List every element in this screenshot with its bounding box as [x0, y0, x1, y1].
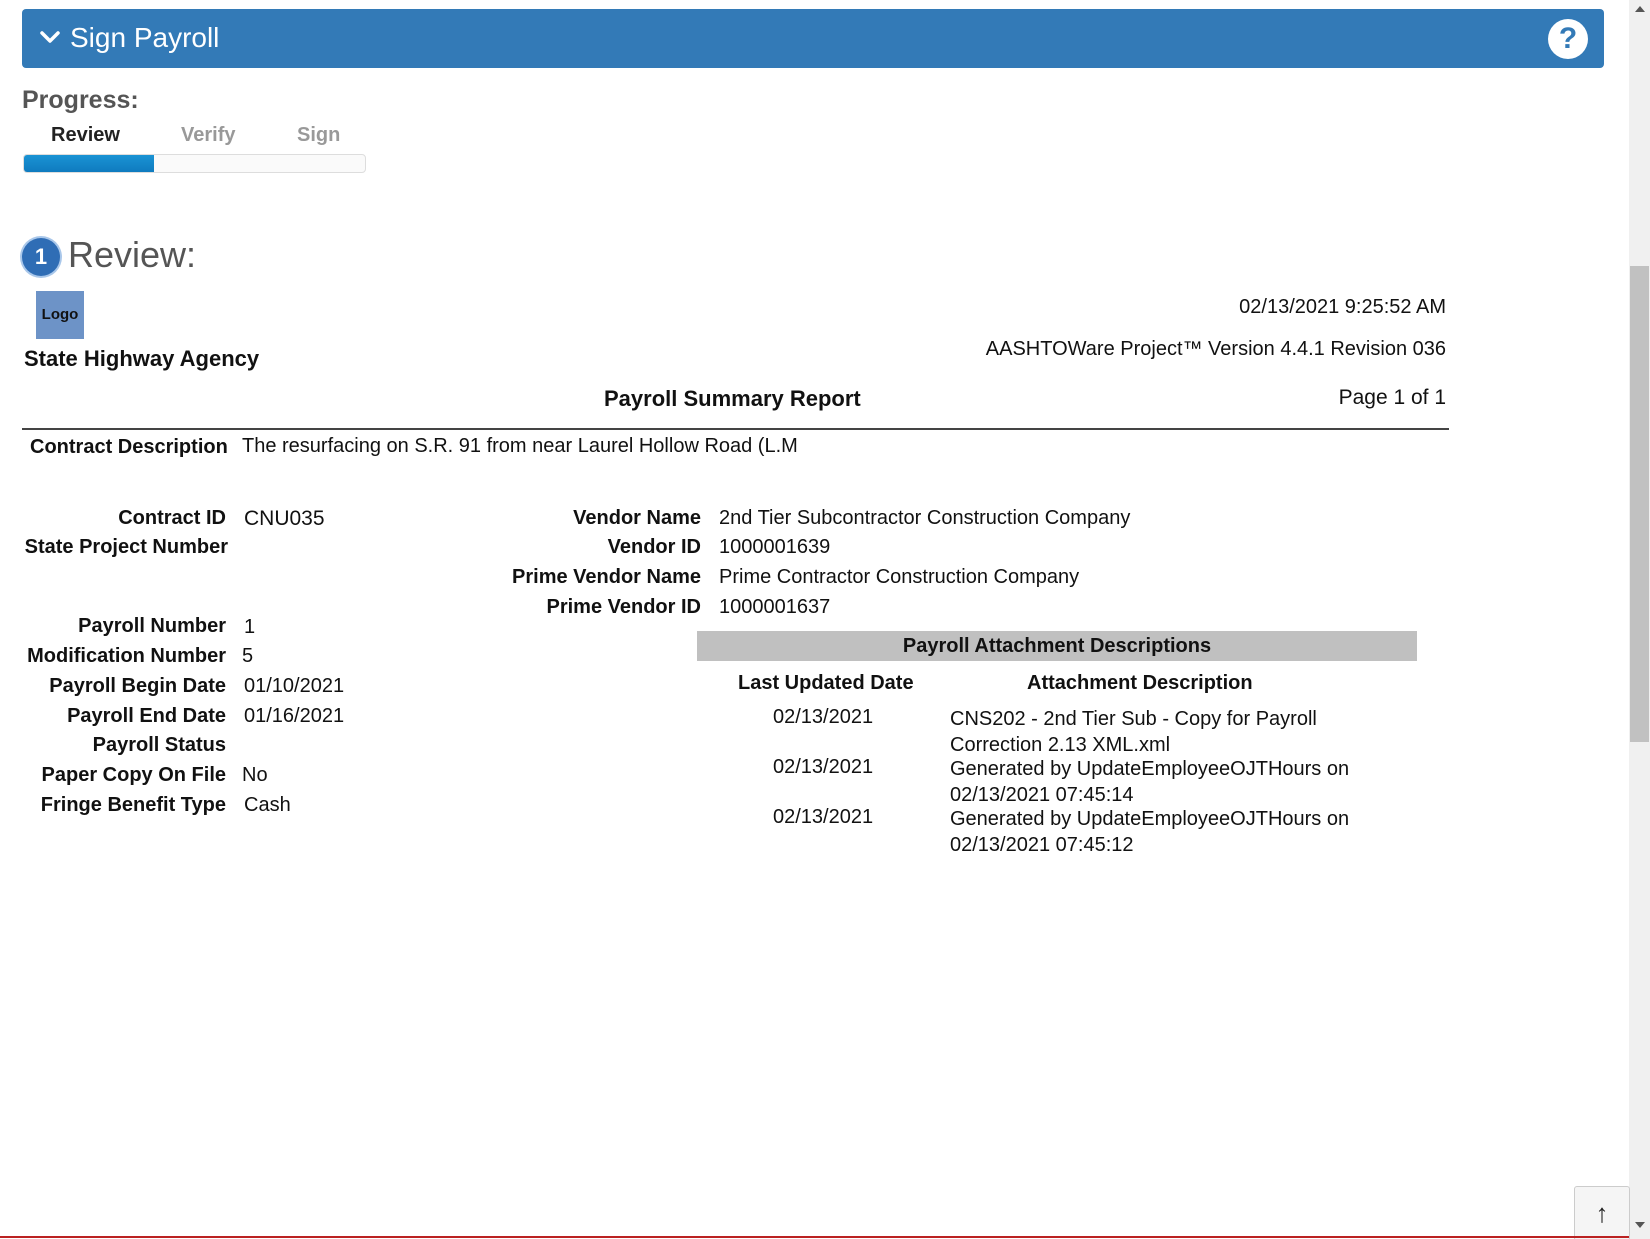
report-title: Payroll Summary Report	[604, 386, 861, 411]
fringe-benefit-value: Cash	[244, 794, 291, 816]
attachment-date: 02/13/2021	[773, 756, 874, 778]
agency-name: State Highway Agency	[24, 346, 260, 371]
state-project-number-label: State Project Number	[24, 536, 228, 558]
step-sign[interactable]: Sign	[297, 124, 340, 147]
sign-payroll-header[interactable]: Sign Payroll ?	[22, 9, 1604, 68]
vendor-name-value: 2nd Tier Subcontractor Construction Comp…	[719, 507, 1131, 529]
arrow-up-icon: ↑	[1595, 1198, 1609, 1228]
attachments-col-date: Last Updated Date	[738, 672, 914, 694]
payroll-end-date-label: Payroll End Date	[67, 705, 226, 727]
vendor-name-label: Vendor Name	[573, 507, 701, 529]
prime-vendor-name-value: Prime Contractor Construction Company	[719, 566, 1080, 588]
payroll-number-label: Payroll Number	[78, 615, 226, 637]
payroll-end-date-value: 01/16/2021	[244, 705, 345, 727]
prime-vendor-name-label: Prime Vendor Name	[512, 566, 701, 588]
attachment-date: 02/13/2021	[773, 806, 874, 828]
attachment-description: CNS202 - 2nd Tier Sub - Copy for Payroll…	[950, 708, 1317, 756]
scrollbar-thumb[interactable]	[1630, 266, 1649, 742]
report-date: 02/13/2021 9:25:52 AM	[1239, 296, 1446, 318]
payroll-begin-date-label: Payroll Begin Date	[49, 675, 226, 697]
attachment-description: Generated by UpdateEmployeeOJTHours on 0…	[950, 808, 1350, 856]
report-version: AASHTOWare Project™ Version 4.4.1 Revisi…	[985, 338, 1446, 360]
step-review[interactable]: Review	[51, 124, 120, 147]
payroll-begin-date-value: 01/10/2021	[244, 675, 345, 697]
fringe-benefit-label: Fringe Benefit Type	[40, 794, 226, 816]
scroll-up-arrow-icon[interactable]	[1635, 6, 1645, 12]
report-page-number: Page 1 of 1	[1338, 386, 1446, 409]
vendor-id-label: Vendor ID	[607, 536, 701, 558]
payroll-number-value: 1	[244, 616, 256, 638]
attachment-description: Generated by UpdateEmployeeOJTHours on 0…	[950, 758, 1350, 806]
back-to-top-button[interactable]: ↑	[1574, 1186, 1630, 1239]
contract-id-label: Contract ID	[118, 507, 226, 529]
modification-number-label: Modification Number	[27, 645, 226, 667]
attachments-header: Payroll Attachment Descriptions	[697, 631, 1417, 661]
contract-id-value: CNU035	[244, 507, 325, 530]
vertical-scrollbar[interactable]	[1629, 0, 1650, 1239]
paper-copy-label: Paper Copy On File	[41, 764, 226, 786]
progress-bar	[23, 154, 366, 173]
page: Sign Payroll ? Progress: Review Verify S…	[0, 0, 1650, 1239]
payroll-status-label: Payroll Status	[92, 734, 226, 756]
review-heading: Review:	[68, 234, 197, 275]
paper-copy-value: No	[242, 764, 268, 786]
bottom-border	[0, 1236, 1629, 1238]
progress-label: Progress:	[22, 86, 139, 114]
attachment-date: 02/13/2021	[773, 706, 874, 728]
attachments-col-description: Attachment Description	[1027, 672, 1253, 694]
scroll-down-arrow-icon[interactable]	[1635, 1222, 1645, 1228]
header-title: Sign Payroll	[70, 22, 220, 53]
step-verify[interactable]: Verify	[181, 124, 235, 147]
contract-description-value: The resurfacing on S.R. 91 from near Lau…	[242, 435, 798, 457]
contract-description-label: Contract Description	[30, 436, 228, 458]
report-divider	[22, 428, 1449, 430]
progress-fill	[24, 155, 154, 172]
modification-number-value: 5	[242, 645, 254, 667]
step-number-badge: 1	[22, 238, 60, 276]
prime-vendor-id-label: Prime Vendor ID	[546, 596, 702, 618]
chevron-down-icon[interactable]	[38, 25, 62, 49]
agency-logo: Logo	[36, 291, 84, 339]
prime-vendor-id-value: 1000001637	[719, 596, 831, 618]
vendor-id-value: 1000001639	[719, 536, 831, 558]
help-icon[interactable]: ?	[1548, 19, 1588, 59]
